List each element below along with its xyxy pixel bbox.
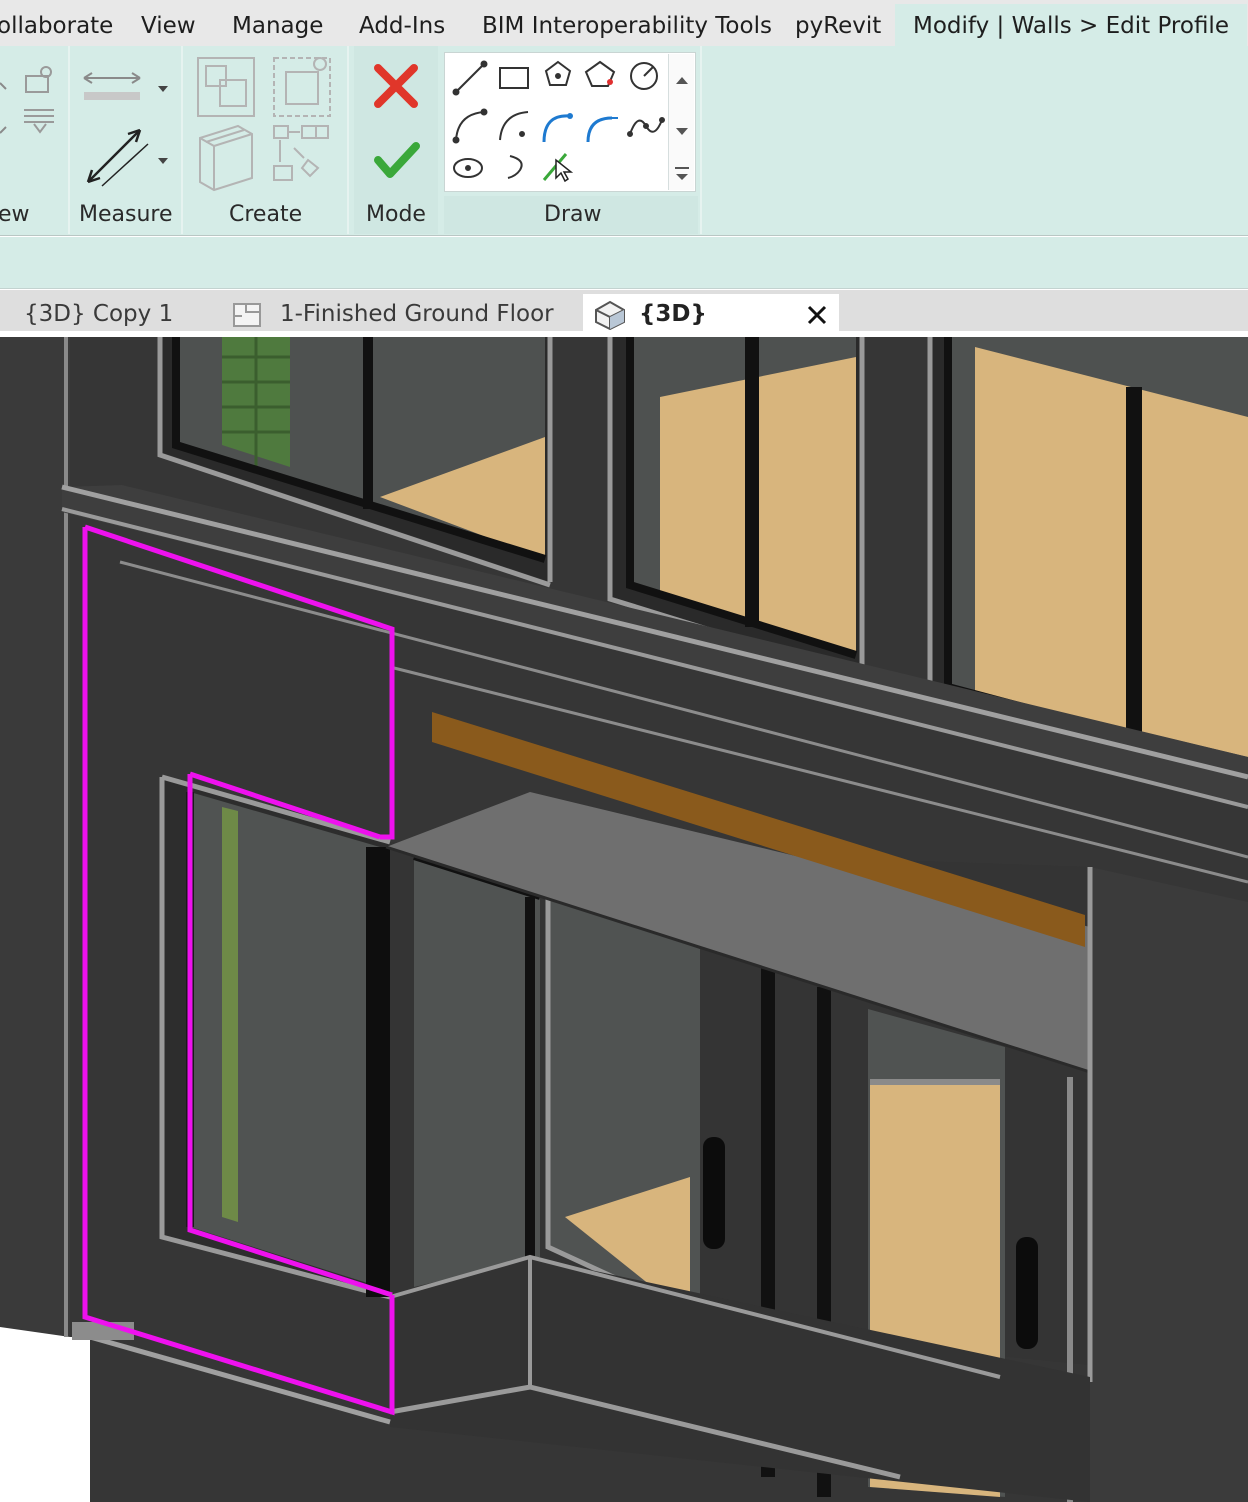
create-parts-icon [199,124,253,192]
fillet-arc-icon [586,116,618,143]
scroll-up-icon[interactable] [676,77,688,84]
tab-bim-interoperability-tools[interactable]: BIM Interoperability Tools [482,10,772,42]
3d-view-icon [595,300,625,330]
tab-pyrevit[interactable]: pyRevit [795,10,881,42]
circle-icon [630,62,658,90]
rectangle-icon [499,67,529,89]
corner-pier [0,337,70,1337]
create-tools[interactable] [190,54,340,194]
spline-icon [627,117,665,137]
tab-view[interactable]: View [141,10,196,42]
ribbon: ew Measure Create Mode Draw [0,46,1248,236]
view-tab-3d-copy-1[interactable]: {3D} Copy 1 [0,294,182,334]
create-assembly-icon [273,125,329,181]
pick-lines-icon [542,153,574,183]
mode-panel-label: Mode [366,202,426,227]
circumscribed-polygon-icon [584,60,616,87]
center-end-arc-icon [499,111,529,141]
panel-divider [347,46,349,234]
draw-panel-label: Draw [544,202,602,227]
view-tab-label: {3D} [639,301,707,327]
tab-add-ins[interactable]: Add-Ins [359,10,445,42]
measure-distance-icon [83,72,168,100]
tab-manage[interactable]: Manage [232,10,323,42]
draw-gallery-scroller [668,54,694,190]
background-void [0,1327,90,1502]
options-bar [0,237,1248,289]
tab-modify-walls-edit-profile[interactable]: Modify | Walls > Edit Profile [895,4,1247,46]
ribbon-tab-strip: ollaborate View Manage Add-Ins BIM Inter… [0,0,1248,46]
measure-along-element-icon [86,128,168,187]
inscribed-polygon-icon [544,60,572,86]
view-panel-label: ew [0,202,30,227]
scroll-down-icon[interactable] [676,128,688,135]
view-tab-bar: {3D} Copy 1 1-Finished Ground Floor {3D} [0,290,1248,334]
measure-tools[interactable] [80,64,174,194]
cancel-edit-mode-icon[interactable] [372,62,420,110]
lower-window-left [159,774,414,1300]
mode-panel: Mode [354,46,438,234]
panel-divider [68,46,70,234]
ellipse-icon [453,158,483,178]
close-icon[interactable] [807,305,827,325]
view-tools-icon[interactable] [0,58,62,148]
view-tab-finished-ground-floor[interactable]: 1-Finished Ground Floor [196,294,580,334]
view-tab-label: 1-Finished Ground Floor [280,301,554,327]
panel-divider [700,46,702,234]
create-panel-label: Create [229,202,303,227]
3d-viewport[interactable] [0,337,1248,1502]
view-tab-3d[interactable]: {3D} [583,294,839,334]
building-facade-model[interactable] [0,337,1248,1502]
start-end-arc-icon [452,108,488,144]
partial-ellipse-icon [507,155,523,179]
draw-tools[interactable] [448,56,672,184]
tab-collaborate[interactable]: ollaborate [0,10,113,42]
create-group-icon [197,57,255,117]
view-tab-label: {3D} Copy 1 [24,301,174,327]
tangent-arc-icon [542,113,573,143]
create-component-icon [273,57,331,117]
panel-divider [181,46,183,234]
door-handle [703,1137,725,1249]
finish-edit-mode-icon[interactable] [372,138,422,182]
measure-panel-label: Measure [79,202,173,227]
line-icon [452,60,488,96]
door-handle [1016,1237,1038,1349]
floor-plan-icon [233,303,261,327]
expand-gallery-icon[interactable] [675,167,689,180]
